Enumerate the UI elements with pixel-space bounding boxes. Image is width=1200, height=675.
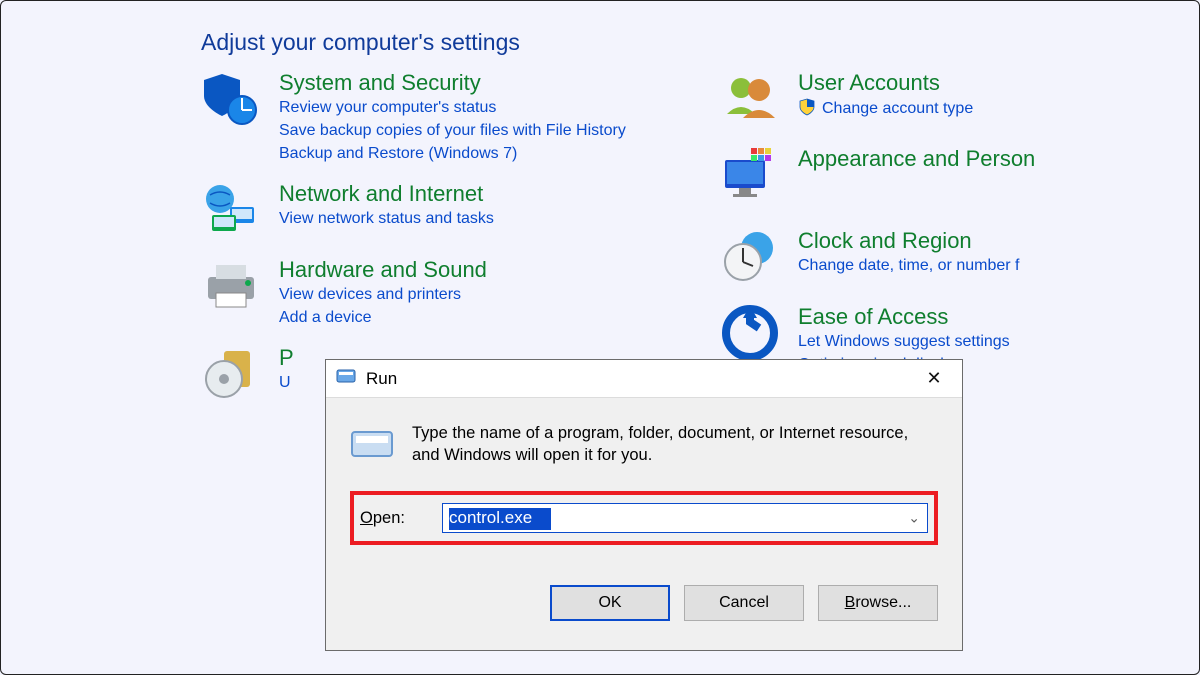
shield-icon [201, 70, 261, 130]
category-link[interactable]: Change date, time, or number f [798, 256, 1019, 277]
category-title[interactable]: System and Security [279, 70, 626, 96]
category-title[interactable]: P [279, 345, 294, 371]
category-network-internet: Network and Internet View network status… [201, 181, 680, 241]
browse-button[interactable]: Browse... [818, 585, 938, 621]
category-link[interactable]: Change account type [822, 99, 973, 120]
run-description: Type the name of a program, folder, docu… [412, 422, 938, 467]
category-title[interactable]: User Accounts [798, 70, 973, 96]
run-dialog: Run ✕ Type the name of a program, folder… [325, 359, 963, 651]
category-link[interactable]: Backup and Restore (Windows 7) [279, 144, 626, 165]
open-input[interactable] [442, 503, 928, 533]
close-button[interactable]: ✕ [914, 364, 954, 394]
globe-network-icon [201, 181, 261, 241]
open-row-highlight: Open: ⌄ [350, 491, 938, 545]
cancel-button[interactable]: Cancel [684, 585, 804, 621]
category-title[interactable]: Clock and Region [798, 228, 1019, 254]
category-hardware-sound: Hardware and Sound View devices and prin… [201, 257, 680, 329]
category-link[interactable]: View network status and tasks [279, 209, 494, 230]
ok-button[interactable]: OK [550, 585, 670, 621]
open-combobox[interactable]: ⌄ [442, 503, 928, 533]
printer-icon [201, 257, 261, 317]
category-link[interactable]: Add a device [279, 308, 487, 329]
uac-shield-icon [798, 98, 816, 121]
open-label: Open: [360, 509, 422, 528]
ease-access-icon [720, 304, 780, 364]
disc-box-icon [201, 345, 261, 405]
category-link[interactable]: Save backup copies of your files with Fi… [279, 121, 626, 142]
category-link[interactable]: View devices and printers [279, 285, 487, 306]
run-titlebar[interactable]: Run ✕ [326, 360, 962, 398]
category-title[interactable]: Appearance and Person [798, 146, 1035, 172]
category-appearance: Appearance and Person [720, 146, 1199, 206]
clock-globe-icon [720, 228, 780, 288]
run-icon [350, 422, 394, 471]
users-icon [720, 70, 780, 130]
category-title[interactable]: Network and Internet [279, 181, 494, 207]
category-link[interactable]: Review your computer's status [279, 98, 626, 119]
category-link[interactable]: U [279, 373, 294, 394]
category-clock-region: Clock and Region Change date, time, or n… [720, 228, 1199, 288]
run-title: Run [366, 369, 904, 389]
category-system-security: System and Security Review your computer… [201, 70, 680, 165]
category-title[interactable]: Ease of Access [798, 304, 1010, 330]
page-title: Adjust your computer's settings [1, 1, 1199, 70]
monitor-palette-icon [720, 146, 780, 206]
category-link[interactable]: Let Windows suggest settings [798, 332, 1010, 353]
close-icon: ✕ [926, 368, 941, 389]
run-app-icon [336, 366, 356, 391]
category-user-accounts: User Accounts Change account type [720, 70, 1199, 130]
category-title[interactable]: Hardware and Sound [279, 257, 487, 283]
